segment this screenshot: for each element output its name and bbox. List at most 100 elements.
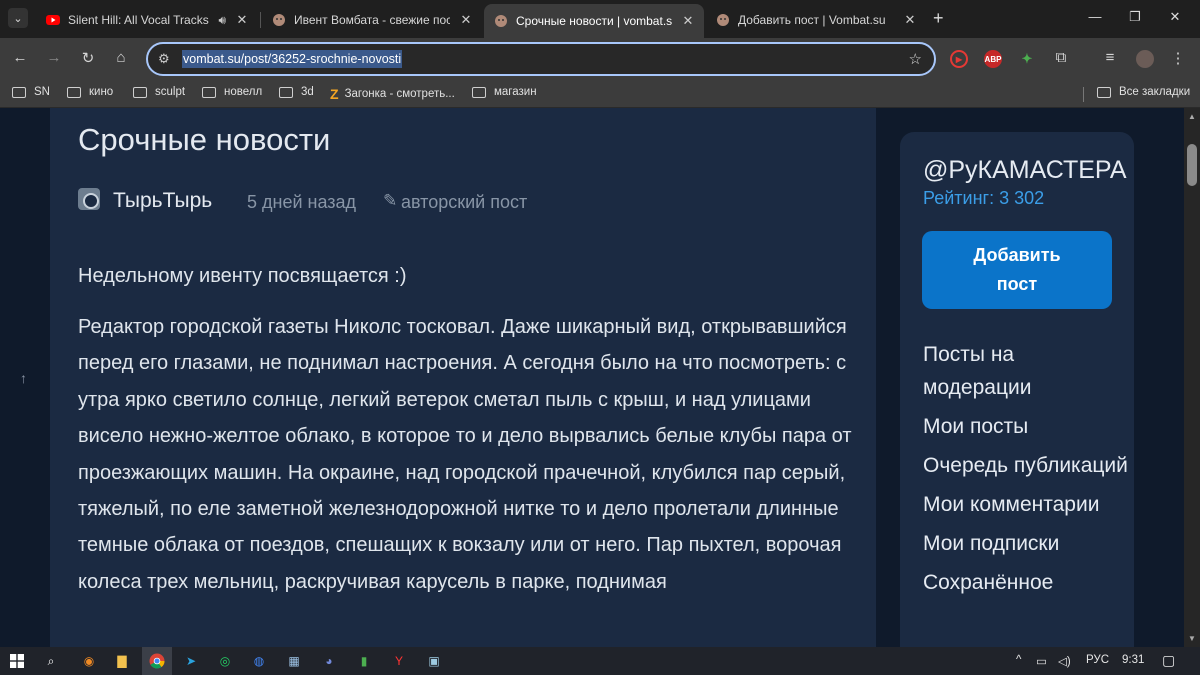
add-post-label-1: Добавить xyxy=(973,245,1061,265)
bookmark-star-icon[interactable]: ☆ xyxy=(909,50,922,68)
bookmark-sculpt[interactable]: sculpt xyxy=(133,86,185,98)
close-window-icon[interactable]: ✕ xyxy=(1165,9,1185,25)
bookmark-label: Все закладки xyxy=(1119,86,1191,98)
search-icon[interactable]: ⌕ xyxy=(42,652,60,670)
sidebar-item-queue[interactable]: Очередь публикаций xyxy=(923,449,1128,482)
back-icon[interactable]: ← xyxy=(10,49,30,66)
bookmark-sn[interactable]: SN xyxy=(12,86,50,98)
bookmark-3d[interactable]: 3d xyxy=(279,86,314,98)
close-icon[interactable]: ✕ xyxy=(458,12,474,28)
post-card: Срочные новости ТырьТырь 5 дней назад ✎ … xyxy=(50,108,876,647)
tab-title: Ивент Вомбата - свежие пост xyxy=(294,13,450,27)
restore-icon[interactable]: ❐ xyxy=(1125,9,1145,25)
telegram-icon[interactable]: ➤ xyxy=(182,652,200,670)
username[interactable]: @РуКАМАСТЕРА xyxy=(923,156,1127,185)
tab-title: Срочные новости | vombat.su xyxy=(516,14,672,28)
bookmark-label: Загонка - смотреть... xyxy=(344,88,455,100)
file-explorer-icon[interactable]: ▇ xyxy=(113,652,131,670)
wombat-icon xyxy=(717,14,729,26)
folder-icon xyxy=(279,86,293,98)
tab-srochnie-novosti[interactable]: Срочные новости | vombat.su ✕ xyxy=(484,4,704,38)
post-date: 5 дней назад xyxy=(247,192,357,212)
language-indicator[interactable]: РУС xyxy=(1086,654,1109,666)
wombat-icon xyxy=(273,14,285,26)
tray-chevron-up-icon[interactable]: ^ xyxy=(1016,654,1021,666)
puzzle-color-icon[interactable]: ✦ xyxy=(1018,50,1036,68)
page-scrollbar[interactable]: ▲ ▼ xyxy=(1184,108,1200,647)
site-settings-icon[interactable]: ⚙ xyxy=(158,51,170,67)
windows-start-icon[interactable] xyxy=(8,652,26,670)
bookmark-label: SN xyxy=(34,86,50,98)
yandex-browser-icon[interactable]: Y xyxy=(390,652,408,670)
calculator-icon[interactable]: ▦ xyxy=(285,652,303,670)
all-bookmarks[interactable]: Все закладки xyxy=(1097,86,1190,98)
bookmarks-divider xyxy=(1083,87,1084,102)
blender-icon[interactable]: ◉ xyxy=(80,652,98,670)
close-icon[interactable]: ✕ xyxy=(902,12,918,28)
sidebar-item-my-posts[interactable]: Мои посты xyxy=(923,410,1128,443)
scrollbar-thumb[interactable] xyxy=(1187,144,1197,186)
tab-add-post[interactable]: Добавить пост | Vombat.su ✕ xyxy=(706,5,926,35)
home-icon[interactable]: ⌂ xyxy=(111,49,131,66)
app-green-icon[interactable]: ▮ xyxy=(355,652,373,670)
volume-icon[interactable]: ◁) xyxy=(1058,654,1071,668)
menu-kebab-icon[interactable]: ⋮ xyxy=(1168,49,1188,67)
post-type-label: авторский пост xyxy=(401,192,528,212)
tab-title: Silent Hill: All Vocal Tracks - xyxy=(68,13,213,27)
address-bar[interactable]: ⚙ vombat.su/post/36252-srochnie-novosti … xyxy=(146,42,936,76)
page-viewport: Срочные новости ТырьТырь 5 дней назад ✎ … xyxy=(0,108,1184,647)
bookmark-label: 3d xyxy=(301,86,314,98)
notifications-icon[interactable]: ▢ xyxy=(1162,652,1175,669)
chrome-icon[interactable] xyxy=(148,652,166,670)
folder-icon xyxy=(472,86,486,98)
record-icon[interactable]: ▶ xyxy=(950,50,968,68)
extensions-icon[interactable]: ⧉ xyxy=(1051,49,1071,66)
author-name[interactable]: ТырьТырь xyxy=(113,189,212,213)
add-post-button[interactable]: Добавить пост xyxy=(922,231,1112,309)
scroll-up-icon[interactable]: ▲ xyxy=(1188,112,1196,121)
pencil-icon: ✎ xyxy=(383,191,398,210)
chrome-beta-icon[interactable]: ◍ xyxy=(250,652,268,670)
browser-toolbar: ← → ↻ ⌂ ⚙ vombat.su/post/36252-srochnie-… xyxy=(0,38,1200,80)
scroll-down-icon[interactable]: ▼ xyxy=(1188,634,1196,643)
bookmark-label: sculpt xyxy=(155,86,186,98)
bookmark-novell[interactable]: новелл xyxy=(202,86,262,98)
bookmark-magazin[interactable]: магазин xyxy=(472,86,537,98)
author-avatar[interactable] xyxy=(78,188,100,210)
bookmark-zagonka[interactable]: Z Загонка - смотреть... xyxy=(330,86,455,102)
youtube-icon xyxy=(46,15,60,25)
zagonka-logo-icon: Z xyxy=(330,86,339,102)
clock[interactable]: 9:31 xyxy=(1122,654,1144,666)
user-sidebar: @РуКАМАСТЕРА Рейтинг: 3 302 Добавить пос… xyxy=(900,132,1134,647)
adblock-icon[interactable]: ABP xyxy=(984,50,1002,68)
bookmark-kino[interactable]: кино xyxy=(67,86,113,98)
tab-strip: ⌄ Silent Hill: All Vocal Tracks - 🔊︎ ✕ И… xyxy=(0,0,1200,38)
discord-icon[interactable]: ◕ xyxy=(320,652,338,670)
url-text[interactable]: vombat.su/post/36252-srochnie-novosti xyxy=(182,50,403,68)
user-rating: Рейтинг: 3 302 xyxy=(923,188,1045,208)
whatsapp-icon[interactable]: ◎ xyxy=(216,652,234,670)
sidebar-item-saved[interactable]: Сохранённое xyxy=(923,566,1128,599)
tab-event-vombat[interactable]: Ивент Вомбата - свежие пост ✕ xyxy=(262,5,482,35)
tab-silent-hill[interactable]: Silent Hill: All Vocal Tracks - 🔊︎ ✕ xyxy=(36,5,258,35)
network-icon[interactable]: ▭ xyxy=(1036,654,1047,668)
new-tab-button[interactable]: + xyxy=(933,8,944,29)
close-icon[interactable]: ✕ xyxy=(680,13,696,29)
photo-viewer-icon[interactable]: ▣ xyxy=(425,652,443,670)
sidebar-nav: Посты на модерации Мои посты Очередь пуб… xyxy=(923,338,1128,605)
reload-icon[interactable]: ↻ xyxy=(78,49,98,67)
forward-icon[interactable]: → xyxy=(44,49,64,66)
post-body: Редактор городской газеты Николс тоскова… xyxy=(78,316,852,593)
tab-search-icon[interactable]: ⌄ xyxy=(8,8,28,28)
close-icon[interactable]: ✕ xyxy=(234,12,250,28)
profile-avatar[interactable] xyxy=(1136,50,1154,68)
speaker-icon[interactable]: 🔊︎ xyxy=(218,13,226,28)
reading-list-icon[interactable]: ≡ xyxy=(1100,49,1120,66)
sidebar-item-moderation[interactable]: Посты на модерации xyxy=(923,338,1128,404)
arrow-up-icon[interactable]: ↑ xyxy=(20,370,27,386)
minimize-icon[interactable]: — xyxy=(1085,9,1105,24)
sidebar-item-my-comments[interactable]: Мои комментарии xyxy=(923,488,1128,521)
bookmark-label: новелл xyxy=(224,86,263,98)
bookmarks-bar: SN кино sculpt новелл 3d Z Загонка - смот… xyxy=(0,80,1200,108)
sidebar-item-subscriptions[interactable]: Мои подписки xyxy=(923,527,1128,560)
